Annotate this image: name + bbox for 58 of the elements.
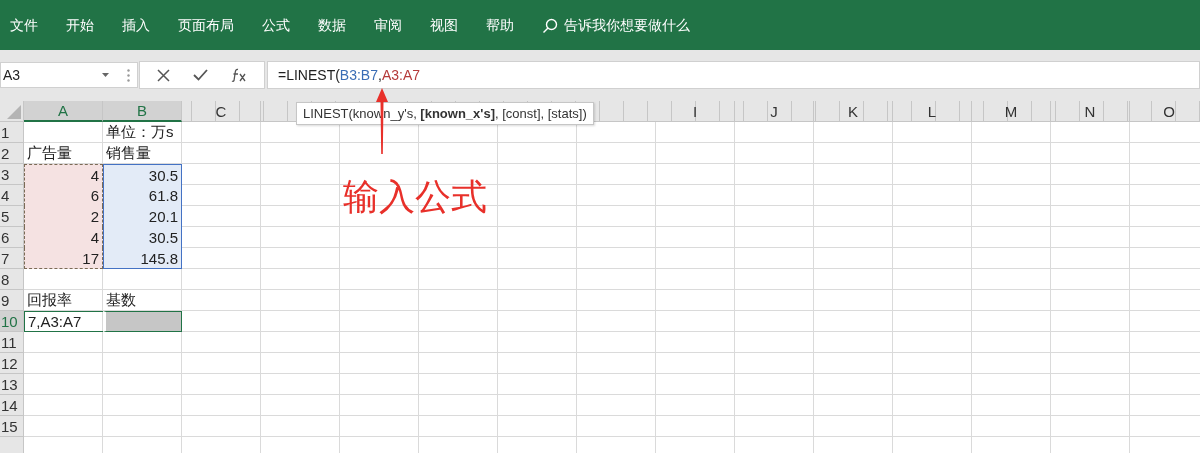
column-header[interactable]: B bbox=[103, 101, 182, 122]
row-header[interactable]: 8 bbox=[0, 269, 23, 290]
ribbon-tab[interactable]: 插入 bbox=[122, 17, 150, 35]
row-header[interactable]: 10 bbox=[0, 311, 23, 332]
check-icon[interactable] bbox=[193, 69, 208, 81]
row-header[interactable]: 2 bbox=[0, 143, 23, 164]
table-cell: 2 bbox=[24, 206, 103, 227]
function-icon[interactable] bbox=[230, 68, 247, 82]
row-header[interactable]: 6 bbox=[0, 227, 23, 248]
name-box[interactable]: A3 bbox=[0, 62, 138, 88]
ribbon-tab[interactable]: 视图 bbox=[430, 17, 458, 35]
column-header[interactable]: M bbox=[972, 101, 1051, 122]
table-cell-text: 广告量 bbox=[26, 143, 73, 163]
table-cell: 4 bbox=[24, 164, 103, 185]
cancel-icon[interactable] bbox=[157, 68, 171, 82]
column-header[interactable]: J bbox=[735, 101, 814, 122]
column-header[interactable]: C bbox=[182, 101, 261, 122]
row-header[interactable]: 13 bbox=[0, 374, 23, 395]
row-header[interactable]: 15 bbox=[0, 416, 23, 437]
column-header[interactable]: N bbox=[1051, 101, 1130, 122]
row-header[interactable]: 4 bbox=[0, 185, 23, 206]
column-header[interactable]: O bbox=[1130, 101, 1200, 122]
table-cell: 30.5 bbox=[103, 227, 182, 248]
table-cell: 145.8 bbox=[103, 248, 182, 269]
dropdown-caret-icon bbox=[102, 73, 109, 77]
row-header[interactable]: 1 bbox=[0, 122, 23, 143]
formula-field[interactable]: =LINEST(B3:B7,A3:A7 bbox=[267, 61, 1200, 89]
ribbon-tab[interactable]: 开始 bbox=[66, 17, 94, 35]
row-header[interactable]: 3 bbox=[0, 164, 23, 185]
table-cell: 20.1 bbox=[103, 206, 182, 227]
table-cell: 17 bbox=[24, 248, 103, 269]
ribbon-tab[interactable]: 审阅 bbox=[374, 17, 402, 35]
tell-me-search[interactable]: 告诉我你想要做什么 bbox=[542, 17, 690, 35]
table-cell: 4 bbox=[24, 227, 103, 248]
column-header[interactable]: K bbox=[814, 101, 893, 122]
table-cell-text: 基数 bbox=[105, 290, 137, 310]
column-header[interactable]: I bbox=[656, 101, 735, 122]
column-header[interactable]: A bbox=[24, 101, 103, 122]
table-cell: 61.8 bbox=[103, 185, 182, 206]
table-cell-text: 销售量 bbox=[105, 143, 152, 163]
table-cell-text: 回报率 bbox=[26, 290, 73, 310]
search-icon bbox=[542, 18, 558, 34]
ribbon-tab[interactable]: 文件 bbox=[10, 17, 38, 35]
row-header[interactable]: 11 bbox=[0, 332, 23, 353]
ribbon-tab[interactable]: 帮助 bbox=[486, 17, 514, 35]
row-header[interactable]: 5 bbox=[0, 206, 23, 227]
ribbon-tab[interactable]: 页面布局 bbox=[178, 17, 234, 35]
column-header[interactable]: L bbox=[893, 101, 972, 122]
table-cell-text: 单位：万s bbox=[105, 122, 175, 142]
ribbon-tab[interactable]: 数据 bbox=[318, 17, 346, 35]
row-header[interactable]: 12 bbox=[0, 353, 23, 374]
annotation-text: 输入公式 bbox=[343, 175, 487, 219]
grip-icon bbox=[127, 68, 130, 82]
table-cell: 6 bbox=[24, 185, 103, 206]
table-cell: 30.5 bbox=[103, 164, 182, 185]
ribbon-tab[interactable]: 公式 bbox=[262, 17, 290, 35]
row-header[interactable]: 14 bbox=[0, 395, 23, 416]
row-header[interactable]: 7 bbox=[0, 248, 23, 269]
